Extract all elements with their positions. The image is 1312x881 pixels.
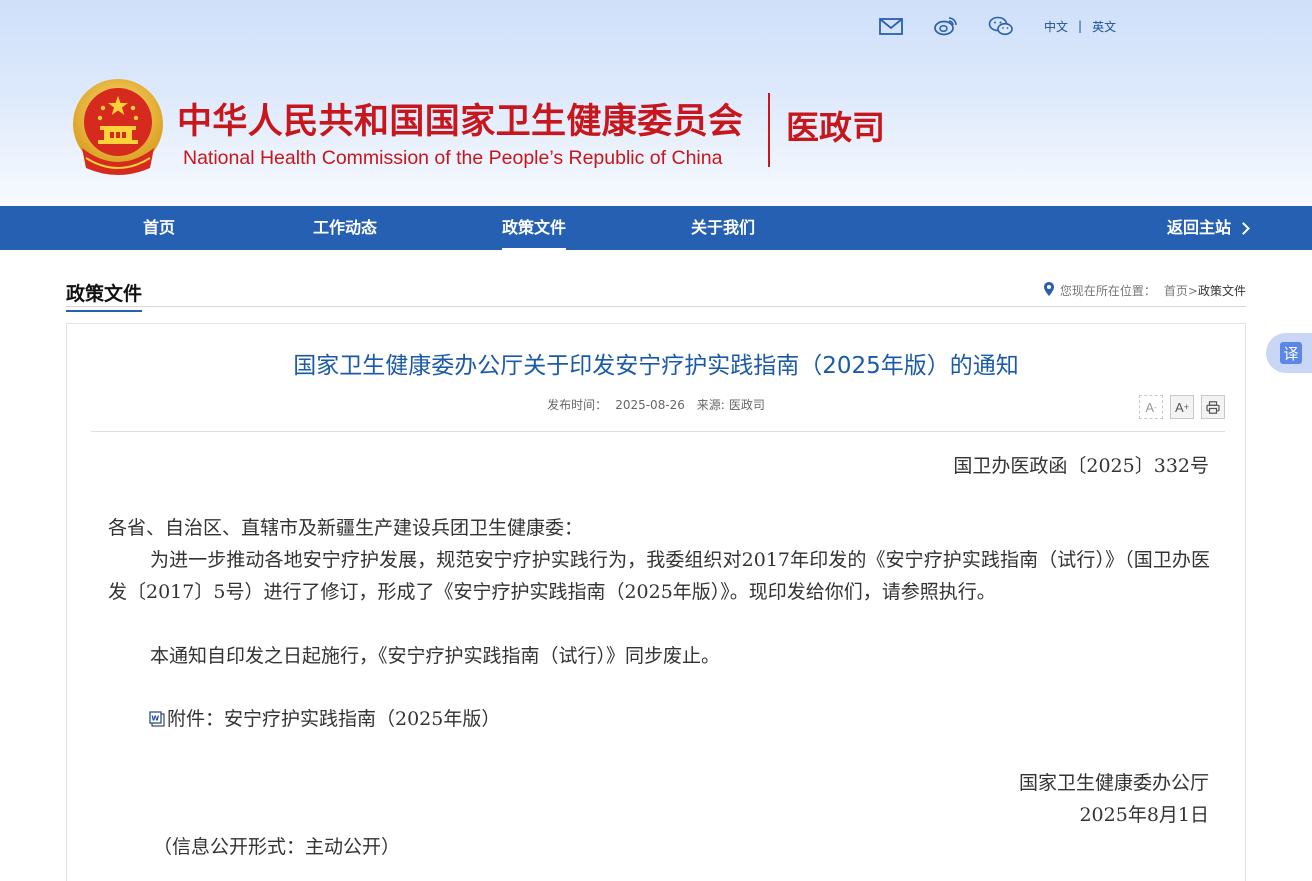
paragraph-2: 本通知自印发之日起施行，《安宁疗护实践指南（试行）》同步废止。	[150, 645, 721, 667]
source-value: 医政司	[728, 398, 765, 412]
source-label: 来源:	[696, 398, 725, 412]
lang-chinese-link[interactable]: 中文	[1044, 18, 1068, 35]
wechat-icon[interactable]	[988, 15, 1014, 37]
weibo-icon[interactable]	[933, 15, 959, 37]
font-smaller-button[interactable]: A-	[1139, 395, 1163, 419]
font-larger-label: A	[1175, 399, 1184, 415]
back-to-main-site-link[interactable]: 返回主站	[1166, 206, 1250, 250]
article-divider	[91, 431, 1225, 432]
org-name-english: National Health Commission of the People…	[183, 147, 723, 169]
site-header: 中文 | 英文 中华人民共和国国家卫生健康委员会 National Health…	[0, 0, 1312, 206]
location-pin-icon	[1043, 282, 1054, 299]
back-to-main-site-label: 返回主站	[1166, 218, 1231, 237]
print-button[interactable]	[1201, 395, 1225, 419]
translate-icon: 译	[1280, 342, 1302, 364]
breadcrumb-home-link[interactable]: 首页	[1164, 282, 1188, 299]
nav-item-home[interactable]: 首页	[143, 206, 175, 250]
word-document-icon: W	[149, 710, 165, 726]
article-tools: A- A +	[1132, 395, 1225, 419]
font-larger-button[interactable]: A +	[1170, 395, 1194, 419]
breadcrumb-current-link[interactable]: 政策文件	[1198, 282, 1246, 299]
lang-english-link[interactable]: 英文	[1092, 18, 1116, 35]
section-title: 政策文件	[66, 279, 143, 312]
header-divider	[768, 93, 770, 167]
disclosure-note: （信息公开形式：主动公开）	[153, 836, 401, 858]
article-title: 国家卫生健康委办公厅关于印发安宁疗护实践指南（2025年版）的通知	[293, 353, 1019, 379]
department-name: 医政司	[786, 108, 885, 147]
chevron-right-icon	[1237, 221, 1250, 235]
font-smaller-label: A	[1145, 399, 1154, 415]
lang-separator: |	[1078, 19, 1083, 33]
nav-item-work-news[interactable]: 工作动态	[313, 206, 377, 250]
attachment-link[interactable]: W 附件：安宁疗护实践指南（2025年版）	[149, 704, 500, 731]
publish-date-label: 发布时间：	[547, 398, 608, 412]
paragraph-1: 为进一步推动各地安宁疗护发展，规范安宁疗护实践行为，我委组织对2017年印发的《…	[108, 549, 1210, 603]
breadcrumb-prefix: 您现在所在位置：	[1059, 284, 1156, 298]
main-nav: 首页 工作动态 政策文件 关于我们 返回主站	[0, 206, 1312, 250]
nav-item-policy-docs[interactable]: 政策文件	[502, 206, 567, 250]
breadcrumb-separator: >	[1187, 283, 1198, 298]
nav-item-about-us[interactable]: 关于我们	[691, 206, 755, 250]
print-icon	[1206, 400, 1220, 414]
article-meta: 发布时间： 2025-08-26 来源: 医政司	[67, 396, 1245, 413]
translate-button[interactable]: 译	[1266, 333, 1312, 373]
article-container: 国家卫生健康委办公厅关于印发安宁疗护实践指南（2025年版）的通知 发布时间： 2…	[66, 323, 1246, 881]
sign-date: 2025年8月1日	[1079, 804, 1209, 826]
signer: 国家卫生健康委办公厅	[1018, 772, 1209, 794]
publish-date: 2025-08-26	[615, 398, 685, 412]
top-utility-bar: 中文 | 英文	[878, 14, 1116, 38]
breadcrumb: 您现在所在位置： 首页 > 政策文件	[1043, 282, 1246, 299]
svg-text:W: W	[151, 714, 159, 722]
org-name-chinese: 中华人民共和国国家卫生健康委员会	[177, 102, 744, 142]
section-divider	[66, 306, 1246, 307]
mail-icon[interactable]	[878, 15, 904, 37]
national-emblem-logo	[70, 78, 166, 180]
attachment-label: 附件：安宁疗护实践指南（2025年版）	[167, 708, 501, 730]
salutation: 各省、自治区、直辖市及新疆生产建设兵团卫生健康委：	[108, 517, 584, 539]
document-number: 国卫办医政函〔2025〕332号	[953, 455, 1209, 477]
